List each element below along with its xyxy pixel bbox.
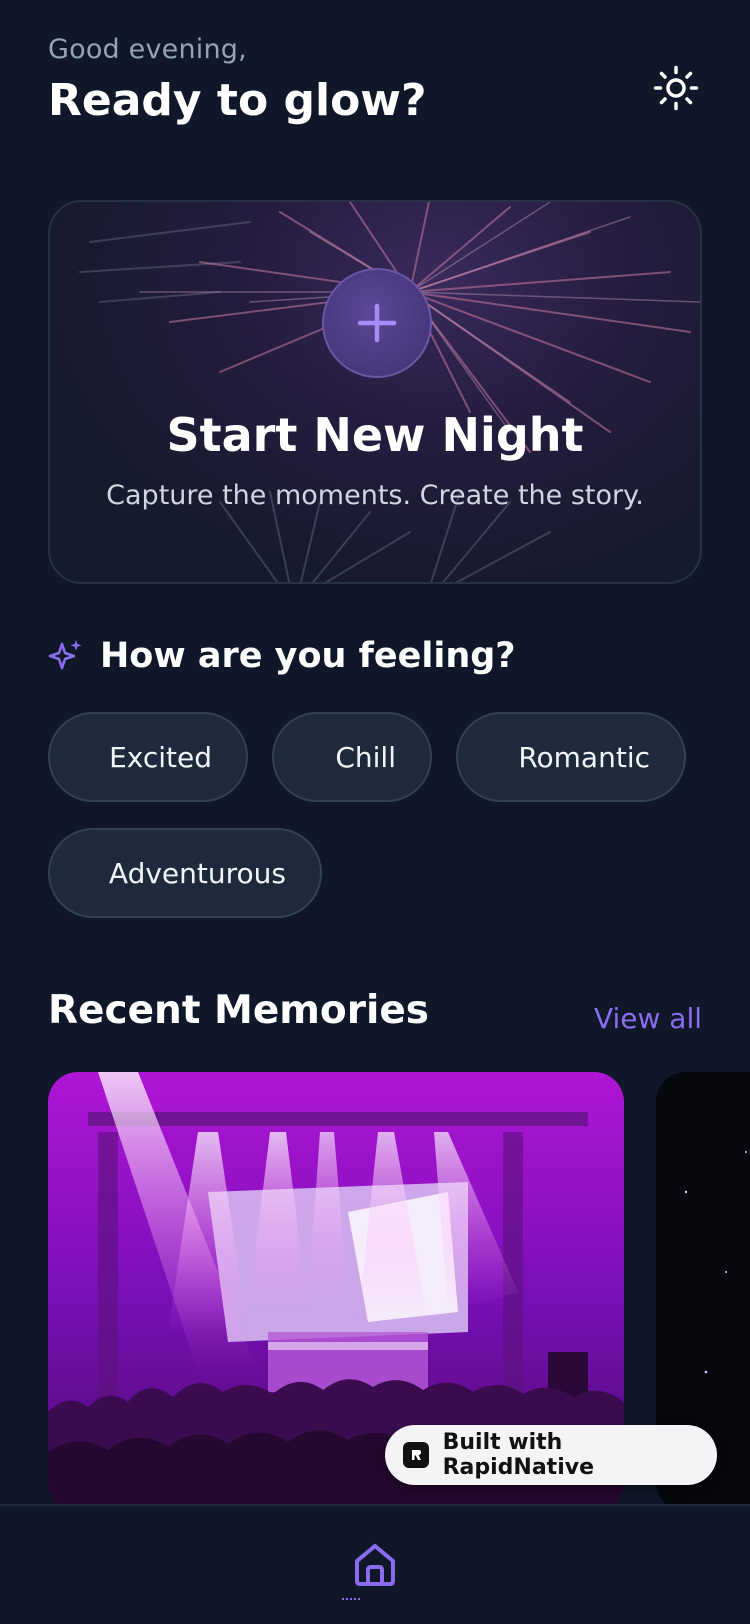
mood-chip-label: Adventurous (108, 856, 286, 890)
home-icon (355, 1544, 395, 1586)
start-new-night-card[interactable]: Start New Night Capture the moments. Cre… (48, 200, 702, 584)
mood-chip-label: Romantic (518, 740, 650, 774)
fireworks-background (79, 202, 700, 582)
view-all-link[interactable]: View all (594, 1002, 702, 1035)
hero-title: Start New Night (166, 408, 584, 462)
sparkles-icon (48, 640, 82, 670)
mood-chip-label: Chill (335, 740, 396, 774)
add-night-button[interactable] (322, 268, 432, 378)
built-with-badge[interactable]: Built with RapidNative (385, 1425, 717, 1485)
home-screen: Good evening, Ready to glow? Start New N… (0, 0, 750, 1624)
sun-icon (653, 65, 699, 111)
rapidnative-logo-icon (403, 1442, 429, 1468)
nav-home-tab[interactable] (351, 1538, 399, 1590)
theme-toggle-button[interactable] (650, 62, 702, 114)
mood-section-header: How are you feeling? (48, 636, 516, 676)
hero-subtitle: Capture the moments. Create the story. (106, 480, 644, 511)
plus-icon (357, 303, 397, 343)
mood-chip-label: Excited (109, 740, 212, 774)
mood-chip-chill[interactable]: Chill (272, 712, 432, 802)
bottom-navigation (0, 1504, 750, 1624)
page-title: Ready to glow? (48, 75, 427, 126)
active-tab-indicator (342, 1598, 360, 1602)
mood-chip-excited[interactable]: Excited (48, 712, 248, 802)
mood-section-title: How are you feeling? (100, 636, 516, 676)
recent-memories-title: Recent Memories (48, 988, 429, 1033)
mood-chip-romantic[interactable]: Romantic (456, 712, 686, 802)
mood-chip-adventurous[interactable]: Adventurous (48, 828, 322, 918)
header: Good evening, Ready to glow? (48, 34, 702, 144)
badge-label: Built with RapidNative (442, 1430, 594, 1480)
greeting-text: Good evening, (48, 34, 247, 65)
